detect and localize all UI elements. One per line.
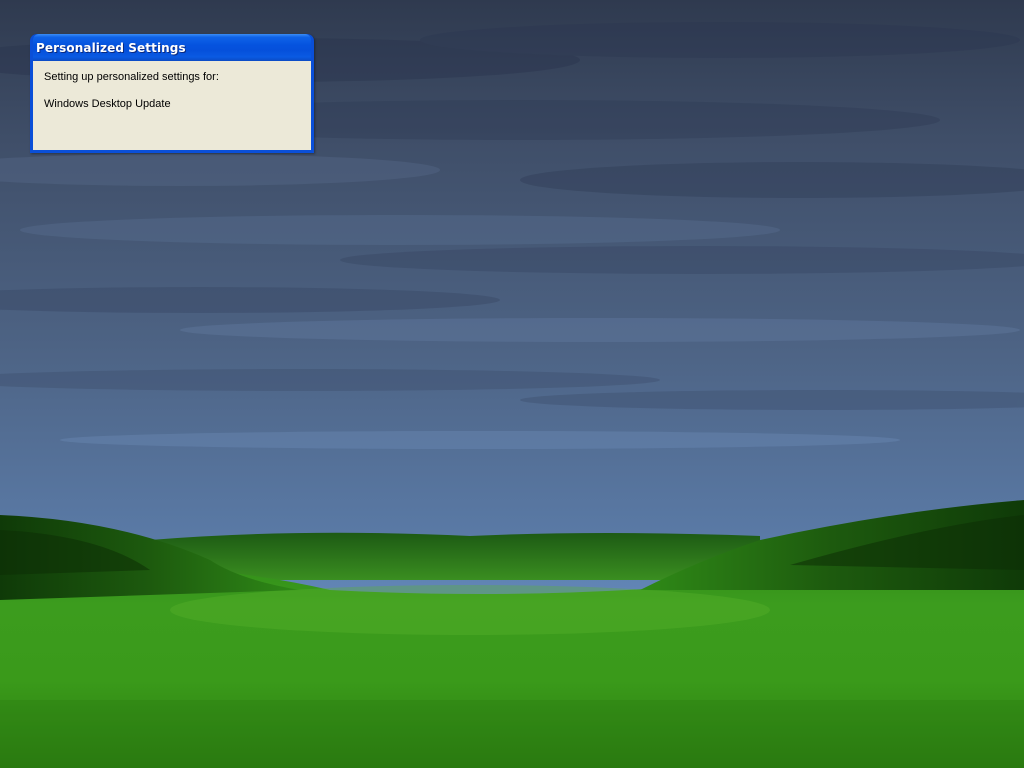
component-name: Windows Desktop Update <box>44 98 171 110</box>
desktop: Personalized Settings Setting up persona… <box>0 0 1024 768</box>
window-titlebar[interactable]: Personalized Settings <box>33 34 311 61</box>
window-body: Setting up personalized settings for: Wi… <box>33 61 311 150</box>
window-title: Personalized Settings <box>36 40 186 55</box>
personalized-settings-window: Personalized Settings Setting up persona… <box>30 34 314 153</box>
status-message: Setting up personalized settings for: <box>44 71 219 83</box>
